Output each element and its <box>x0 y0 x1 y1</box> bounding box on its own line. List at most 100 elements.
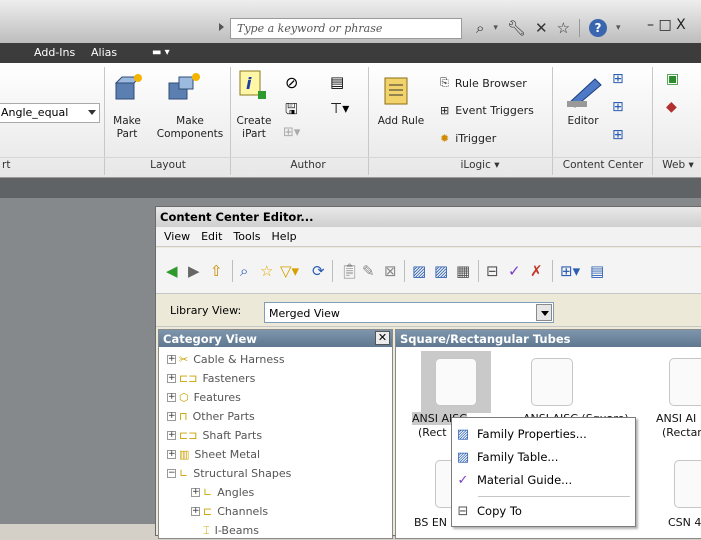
tree-item-fasteners[interactable]: + ⊏⊐ Fasteners <box>167 369 255 388</box>
web-eraser-icon[interactable]: ◆ <box>666 99 677 115</box>
expand-icon[interactable]: + <box>191 507 200 516</box>
menu-item-family-properties[interactable]: ▨ Family Properties... <box>455 423 632 445</box>
family-label[interactable]: ANSI AI <box>656 412 696 425</box>
expand-icon[interactable]: + <box>191 488 200 497</box>
rule-browser-icon: ⎘ <box>440 76 449 89</box>
menu-edit[interactable]: Edit <box>201 230 222 243</box>
create-ipart-button[interactable]: Create iPart <box>232 115 276 141</box>
menu-item-family-table[interactable]: ▨ Family Table... <box>455 446 632 468</box>
star-icon[interactable]: ☆ <box>557 19 570 37</box>
editor-button[interactable]: Editor <box>558 115 608 128</box>
menu-view[interactable]: View <box>164 230 190 243</box>
svg-text:i: i <box>246 74 252 93</box>
filter-icon[interactable]: ▽▾ <box>280 262 299 280</box>
x-tools-icon[interactable]: ✕ <box>535 19 548 37</box>
family-table-toolbar-icon[interactable]: ▨ <box>434 262 448 280</box>
view-mode-icon[interactable]: ⊞▾ <box>560 262 580 280</box>
tree-item-channels[interactable]: + ⊏ Channels <box>191 502 268 521</box>
content-center-publish-icon[interactable]: ⊞ <box>612 71 624 87</box>
no-entry-icon[interactable]: ⊘ <box>285 73 298 92</box>
family-thumbnail[interactable] <box>435 358 477 406</box>
expand-icon[interactable]: + <box>167 355 176 364</box>
expand-icon[interactable]: + <box>167 374 176 383</box>
delete-icon[interactable]: ⊠ <box>384 262 397 280</box>
folder-icon: ⊓ <box>179 410 188 423</box>
title-bar: Type a keyword or phrase ⌕ ▾ 🔧︎ ✕ ☆ ? ▾ – … <box>0 0 701 43</box>
forward-icon[interactable]: ▶ <box>188 262 200 280</box>
shaft-icon: ⊏⊐ <box>179 429 198 442</box>
content-center-refresh-icon[interactable]: ⊞ <box>612 127 624 143</box>
expand-icon[interactable]: + <box>167 431 176 440</box>
chevron-down-icon <box>88 110 96 115</box>
save-icon[interactable]: 🖫 <box>285 99 298 124</box>
wrench-icon[interactable]: 🔧︎ <box>507 19 526 37</box>
family-label[interactable]: BS EN <box>414 516 447 529</box>
event-triggers-button[interactable]: ⊞ Event Triggers <box>440 104 534 117</box>
ipart-tool-icon[interactable]: ⊤▾ <box>330 101 349 117</box>
refresh-icon[interactable]: ⟳ <box>312 262 325 280</box>
add-rule-button[interactable]: Add Rule <box>372 115 430 128</box>
family-thumbnail[interactable] <box>531 358 573 406</box>
panel-label-web[interactable]: Web ▾ <box>656 159 700 175</box>
library-view-label: Library View: <box>170 304 242 317</box>
family-thumbnail[interactable] <box>674 460 701 508</box>
tree-item-angles[interactable]: + ∟ Angles <box>191 483 254 502</box>
collapse-icon[interactable]: − <box>167 469 176 478</box>
table-view-icon[interactable]: ▦ <box>456 262 470 280</box>
back-icon[interactable]: ◀ <box>166 262 178 280</box>
menu-help[interactable]: Help <box>272 230 297 243</box>
menu-item-material-guide[interactable]: ✓ Material Guide... <box>455 469 632 491</box>
make-components-button[interactable]: Make Components <box>150 115 230 141</box>
tab-overflow-icon[interactable]: ▬ ▾ <box>152 47 170 58</box>
panel-label-ilogic[interactable]: iLogic ▾ <box>440 159 520 175</box>
edit-icon[interactable]: ✎ <box>362 262 375 280</box>
add-rule-icon <box>384 77 408 105</box>
material-guide-icon: ✓ <box>457 472 469 488</box>
tree-item-cable-harness[interactable]: + ✂ Cable & Harness <box>167 350 285 369</box>
material-icon[interactable]: ✓ <box>508 262 521 280</box>
web-share-icon[interactable]: ▣ <box>666 71 679 87</box>
chevron-down-icon[interactable] <box>536 304 552 321</box>
family-label[interactable]: CSN 42572 <box>668 516 701 529</box>
family-label-sub: (Rect <box>418 426 447 439</box>
family-thumbnail[interactable] <box>669 358 701 406</box>
tab-alias[interactable]: Alias <box>91 46 117 59</box>
window-controls[interactable]: – □ X <box>647 17 686 33</box>
tree-item-shaft-parts[interactable]: + ⊏⊐ Shaft Parts <box>167 426 262 445</box>
content-center-replace-icon[interactable]: ⊞ <box>612 99 624 115</box>
close-icon[interactable]: ✕ <box>375 331 390 345</box>
clipboard-icon[interactable]: 📋︎ <box>340 262 359 280</box>
rule-browser-button[interactable]: ⎘ Rule Browser <box>440 76 527 90</box>
make-part-button[interactable]: Make Part <box>104 115 150 141</box>
document-icon[interactable]: ▤ <box>330 73 344 91</box>
help-icon[interactable]: ? <box>589 19 608 37</box>
binoculars-icon[interactable]: ⌕ <box>476 19 484 37</box>
part-combo[interactable]: Angle_equal <box>0 103 100 123</box>
copy-to-icon: ⊟ <box>457 503 469 519</box>
family-properties-toolbar-icon[interactable]: ▨ <box>412 262 426 280</box>
material-guide-toolbar-icon[interactable]: ✗ <box>530 262 543 280</box>
tree-item-features[interactable]: + ⬡ Features <box>167 388 241 407</box>
expand-icon[interactable]: + <box>167 412 176 421</box>
menu-item-copy-to[interactable]: ⊟ Copy To <box>455 500 632 522</box>
copy-to-toolbar-icon[interactable]: ⊟ <box>486 262 499 280</box>
search-input[interactable]: Type a keyword or phrase <box>230 18 462 39</box>
up-folder-icon[interactable]: ⇧ <box>210 262 223 280</box>
tab-add-ins[interactable]: Add-Ins <box>34 46 75 59</box>
tree-item-structural-shapes[interactable]: − ∟ Structural Shapes <box>167 464 291 483</box>
list-view-icon[interactable]: ▤ <box>590 262 604 280</box>
panel-label-content-center: Content Center <box>562 159 644 171</box>
tree-item-sheet-metal[interactable]: + ▥ Sheet Metal <box>167 445 260 464</box>
expand-arrow-icon[interactable] <box>219 23 224 31</box>
search-icon[interactable]: ⌕ <box>240 262 248 280</box>
library-view-select[interactable]: Merged View <box>264 302 554 323</box>
itrigger-button[interactable]: ✹ iTrigger <box>440 132 496 145</box>
favorites-icon[interactable]: ☆ <box>260 262 273 280</box>
table-icon[interactable]: ⊞▾ <box>283 125 300 140</box>
expand-icon[interactable]: + <box>167 393 176 402</box>
tree-item-other-parts[interactable]: + ⊓ Other Parts <box>167 407 255 426</box>
menu-tools[interactable]: Tools <box>233 230 260 243</box>
category-view-pane: Category View ✕ + ✂ Cable & Harness + ⊏⊐ Fas… <box>158 329 393 539</box>
panel-label-part: rt <box>2 159 11 171</box>
expand-icon[interactable]: + <box>167 450 176 459</box>
